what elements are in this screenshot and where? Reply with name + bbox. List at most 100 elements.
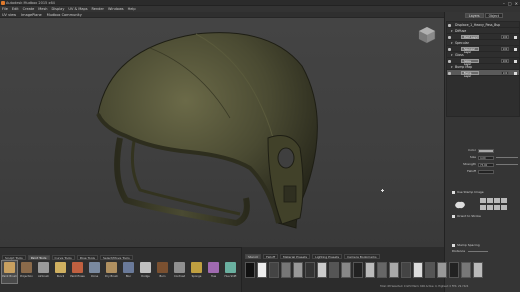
layer-opacity-field[interactable]: 100 [501,71,509,75]
stencil-thumbnail[interactable] [341,262,351,278]
layer-thumbnail: Specular Layer [461,47,479,54]
tool-contrast[interactable]: Contrast [172,261,187,283]
layer-opacity-field[interactable]: 100 [501,35,509,39]
layer-row-bump[interactable]: Bump Layer 100 [447,70,519,78]
tool-hue-shift[interactable]: Hue Shift [223,261,238,283]
stencil-thumbnail[interactable] [449,262,459,278]
stencil-thumbnail[interactable] [413,262,423,278]
use-stamp-checkbox[interactable] [452,191,455,194]
tab-falloff[interactable]: Falloff [263,254,279,259]
tab-select-move-tools[interactable]: Select/Move Tools [100,255,133,260]
layer-lock-checkbox[interactable] [514,35,517,39]
orient-checkbox[interactable] [452,215,455,218]
stencil-thumbnail[interactable] [425,262,435,278]
airbrush-icon [38,262,49,273]
tool-label: Paint Brush [2,275,17,278]
layer-opacity-field[interactable]: 100 [501,47,509,51]
tab-object[interactable]: Object [484,13,503,18]
tool-eraser[interactable]: Paint Erase [70,261,85,283]
menu-help[interactable]: Help [128,7,136,11]
stencil-thumbnail[interactable] [269,262,279,278]
tab-lighting-presets[interactable]: Lighting Presets [312,254,343,259]
tool-projection[interactable]: Projection [19,261,34,283]
stamp-preview-icon[interactable] [454,200,466,210]
distance-slider[interactable] [468,251,488,252]
menu-file[interactable]: File [2,7,8,11]
tool-dodge[interactable]: Dodge [138,261,153,283]
stencil-thumbnail[interactable] [353,262,363,278]
layer-lock-checkbox[interactable] [514,47,517,51]
tab-paint-tools[interactable]: Paint Tools [27,255,50,260]
strength-field[interactable]: 75.00 [478,162,494,167]
shelf-uv-view[interactable]: UV view [2,13,16,17]
size-field[interactable]: 4.00 [478,155,494,160]
layer-opacity-field[interactable]: 100 [501,59,509,63]
dodge-icon [140,262,151,273]
tab-stencil[interactable]: Stencil [245,254,262,259]
tool-label: Projection [20,275,33,278]
visibility-icon[interactable] [448,59,451,63]
stencil-thumbnail[interactable] [293,262,303,278]
close-button[interactable]: ✕ [515,1,518,6]
stencil-thumbnail[interactable] [329,262,339,278]
3d-viewport[interactable] [0,18,444,247]
stencil-thumbnail[interactable] [365,262,375,278]
stencil-thumbnail[interactable] [281,262,291,278]
stencil-thumbnail[interactable] [257,262,267,278]
menu-mesh[interactable]: Mesh [38,7,47,11]
layer-thumbnail: Paint Layer [461,35,479,39]
layer-lock-checkbox[interactable] [514,71,517,75]
maximize-button[interactable]: □ [508,1,512,6]
color-swatch[interactable] [478,148,494,153]
layer-lock-checkbox[interactable] [514,59,517,63]
tab-sculpt-tools[interactable]: Sculpt Tools [2,255,26,260]
tool-sponge[interactable]: Sponge [189,261,204,283]
stencil-thumbnail[interactable] [461,262,471,278]
visibility-icon[interactable] [448,71,451,75]
visibility-icon[interactable] [448,23,451,27]
stamp-spacing-checkbox[interactable] [452,244,455,247]
viewcube-icon[interactable] [418,26,436,44]
stencil-thumbnail[interactable] [389,262,399,278]
menu-display[interactable]: Display [52,7,65,11]
visibility-icon[interactable] [448,47,451,51]
tool-airbrush[interactable]: Airbrush [36,261,51,283]
tab-material-presets[interactable]: Material Presets [280,254,311,259]
visibility-icon[interactable] [448,35,451,39]
stamp-options-grid[interactable] [480,198,508,210]
menu-render[interactable]: Render [92,7,104,11]
tab-camera-bookmarks[interactable]: Camera Bookmarks [344,254,380,259]
stencil-thumbnail[interactable] [377,262,387,278]
stencil-thumbnail[interactable] [245,262,255,278]
stencil-thumbnail[interactable] [317,262,327,278]
tool-hue[interactable]: Hue [206,261,221,283]
tool-label: Paint Erase [70,275,85,278]
stencil-list [245,262,483,278]
menu-create[interactable]: Create [23,7,35,11]
tab-layers[interactable]: Layers [465,13,484,18]
menu-windows[interactable]: Windows [108,7,124,11]
menu-edit[interactable]: Edit [12,7,19,11]
menu-uv-maps[interactable]: UV & Maps [68,7,87,11]
stencil-thumbnail[interactable] [305,262,315,278]
tool-pencil[interactable]: Pencil [53,261,68,283]
right-panel: Layers Object Displace_1_Heavy_Pass_Bsp … [444,12,520,292]
stencil-thumbnail[interactable] [401,262,411,278]
shelf-community[interactable]: Mudbox Community [47,13,82,17]
tool-paint-brush[interactable]: Paint Brush [1,260,18,284]
stencil-thumbnail[interactable] [437,262,447,278]
tab-curve-tools[interactable]: Curve Tools [51,255,75,260]
tool-label: Blur [125,275,132,278]
shelf-imageplane[interactable]: ImagePlane [21,13,42,17]
tool-burn[interactable]: Burn [155,261,170,283]
falloff-dropdown[interactable] [478,169,494,174]
size-slider[interactable] [496,157,518,158]
strength-slider[interactable] [496,164,518,165]
tool-dry-brush[interactable]: Dry Brush [104,261,119,283]
tool-clone[interactable]: Clone [87,261,102,283]
paint-tools-list: Paint Brush Projection Airbrush Pencil Paint… [1,260,238,284]
tool-blur[interactable]: Blur [121,261,136,283]
tab-pose-tools[interactable]: Pose Tools [76,255,98,260]
minimize-button[interactable]: – [503,1,505,6]
stencil-thumbnail[interactable] [473,262,483,278]
